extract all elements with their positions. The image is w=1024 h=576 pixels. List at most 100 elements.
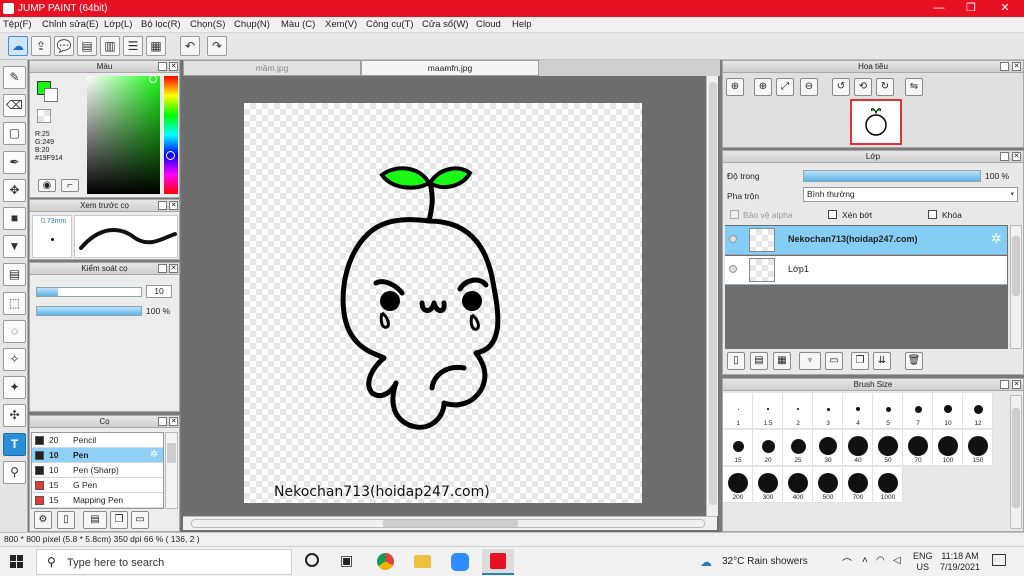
zoom-out-icon[interactable]: ⊖ [800,78,818,96]
brush-size-input[interactable]: 10 [146,285,172,298]
brush-size-slider[interactable] [36,287,142,297]
brush-list-item[interactable]: 10 Pen ✲ [32,448,163,463]
clock[interactable]: 11:18 AM 7/19/2021 [940,551,980,573]
brush-size-option[interactable]: 4 [843,393,873,429]
menu-5[interactable]: Chụp(N) [234,19,270,30]
brush-size-scrollbar[interactable] [1010,395,1022,529]
blend-mode-select[interactable]: Bình thường ▾ [803,187,1018,202]
weather-icon[interactable]: ☁ [700,555,712,569]
close-panel-icon[interactable]: ✕ [169,201,178,210]
transparent-color-swatch[interactable] [37,109,51,123]
rotate-left-icon[interactable]: ↺ [832,78,850,96]
chrome-icon[interactable] [377,553,394,570]
menu-2[interactable]: Lớp(L) [104,19,132,30]
fill-rect-tool[interactable]: ■ [3,207,26,230]
text-tool[interactable]: T [3,432,26,456]
float-icon[interactable] [1000,62,1009,71]
file-explorer-icon[interactable] [414,555,431,568]
menu-3[interactable]: Bộ lọc(R) [141,19,181,30]
zoom-fit-icon[interactable]: ⊕ [726,78,744,96]
close-panel-icon[interactable]: ✕ [169,417,178,426]
layer-row[interactable]: Lớp1 [725,256,1007,285]
gradient-tool[interactable]: ▤ [3,263,26,287]
brush-size-option[interactable]: 25 [783,430,813,466]
brush-size-option[interactable]: 1 [723,393,753,429]
close-panel-icon[interactable]: ✕ [1012,152,1021,161]
brush-size-option[interactable]: 30 [813,430,843,466]
lock-checkbox[interactable] [928,210,937,219]
brush-menu-icon[interactable]: ▤ [83,511,107,529]
delete-layer-icon[interactable]: 🗑 [905,352,923,370]
windows-start-icon[interactable] [10,555,24,569]
menu-0[interactable]: Tệp(F) [3,19,32,30]
brush-size-option[interactable]: 12 [963,393,993,429]
brush-opacity-slider[interactable] [36,306,142,316]
bucket-tool[interactable]: ▼ [3,235,26,259]
menu-8[interactable]: Công cụ(T) [366,19,414,30]
language-indicator[interactable]: ENG US [913,551,933,573]
rectangle-tool[interactable]: ▢ [3,122,26,146]
rotate-right-icon[interactable]: ↻ [876,78,894,96]
brush-size-option[interactable]: 200 [723,467,753,503]
close-panel-icon[interactable]: ✕ [1012,62,1021,71]
menu-7[interactable]: Xem(V) [325,19,357,30]
brush-size-option[interactable]: 1.5 [753,393,783,429]
select-eraser-tool[interactable]: ✣ [3,404,26,428]
cloud-icon[interactable]: ☁ [8,36,28,56]
float-icon[interactable] [1000,152,1009,161]
float-icon[interactable] [1000,380,1009,389]
task-view-icon[interactable]: ▣ [340,552,353,569]
new-halftone-layer-icon[interactable]: ▦ [773,352,791,370]
brush-size-option[interactable]: 300 [753,467,783,503]
redo-icon[interactable]: ↷ [207,36,227,56]
cortana-icon[interactable] [305,553,319,567]
brush-size-option[interactable]: 10 [933,393,963,429]
scroll-thumb[interactable] [1012,236,1020,296]
hue-slider[interactable] [164,76,178,194]
document-tab[interactable]: mầm.jpg [183,60,361,76]
brush-size-option[interactable]: 2 [783,393,813,429]
weather-text[interactable]: 32°C Rain showers [722,556,808,567]
close-panel-icon[interactable]: ✕ [169,62,178,71]
float-icon[interactable] [158,201,167,210]
scroll-thumb[interactable] [1012,408,1020,508]
new-brush-icon[interactable]: ▯ [57,511,75,529]
wifi-icon[interactable]: ◠ [876,555,885,566]
select-pen-tool[interactable]: ✦ [3,376,26,400]
brush-size-option[interactable]: 700 [843,467,873,503]
close-panel-icon[interactable]: ✕ [1012,380,1021,389]
brush-size-option[interactable]: 20 [753,430,783,466]
menu-6[interactable]: Màu (C) [281,19,315,30]
list-icon[interactable]: ☰ [123,36,143,56]
float-icon[interactable] [158,264,167,273]
rect-select-tool[interactable]: ⬚ [3,291,26,315]
navigator-thumbnail[interactable] [850,99,902,145]
layer-list-scrollbar[interactable] [1010,225,1022,349]
brush-size-option[interactable]: 5 [873,393,903,429]
menu-1[interactable]: Chỉnh sửa(E) [42,19,99,30]
brush-size-option[interactable]: 150 [963,430,993,466]
brush-size-option[interactable]: 40 [843,430,873,466]
magic-wand-tool[interactable]: ✧ [3,348,26,371]
zoom-in-icon[interactable]: ⊕ [754,78,772,96]
layer-visibility-icon[interactable] [729,235,737,243]
eraser-tool[interactable]: ⌫ [3,94,26,118]
move-tool[interactable]: ✥ [3,178,26,202]
clip-checkbox[interactable] [828,210,837,219]
canvas-vertical-scrollbar[interactable] [706,76,718,516]
folder-icon[interactable]: ▭ [131,511,149,529]
drawing-canvas[interactable]: Nekochan713(hoidap247.com) [244,103,642,503]
brush-list-item[interactable]: 10 Pen (Sharp) [32,463,163,478]
new-folder-icon[interactable]: ▭ [825,352,843,370]
brush-size-option[interactable]: 3 [813,393,843,429]
brush-list-scrollbar[interactable] [165,432,178,509]
brush-size-option[interactable]: 15 [723,430,753,466]
brush-settings-icon[interactable]: ⚙ [34,511,52,529]
layer-visibility-icon[interactable] [729,265,737,273]
brush-size-option[interactable]: 500 [813,467,843,503]
brush-tool[interactable]: ✎ [3,66,26,89]
hue-cursor[interactable] [166,151,175,160]
notification-icon[interactable] [992,554,1006,566]
brush-list-item[interactable]: 15 G Pen [32,478,163,493]
reset-rotate-icon[interactable]: ⟲ [854,78,872,96]
